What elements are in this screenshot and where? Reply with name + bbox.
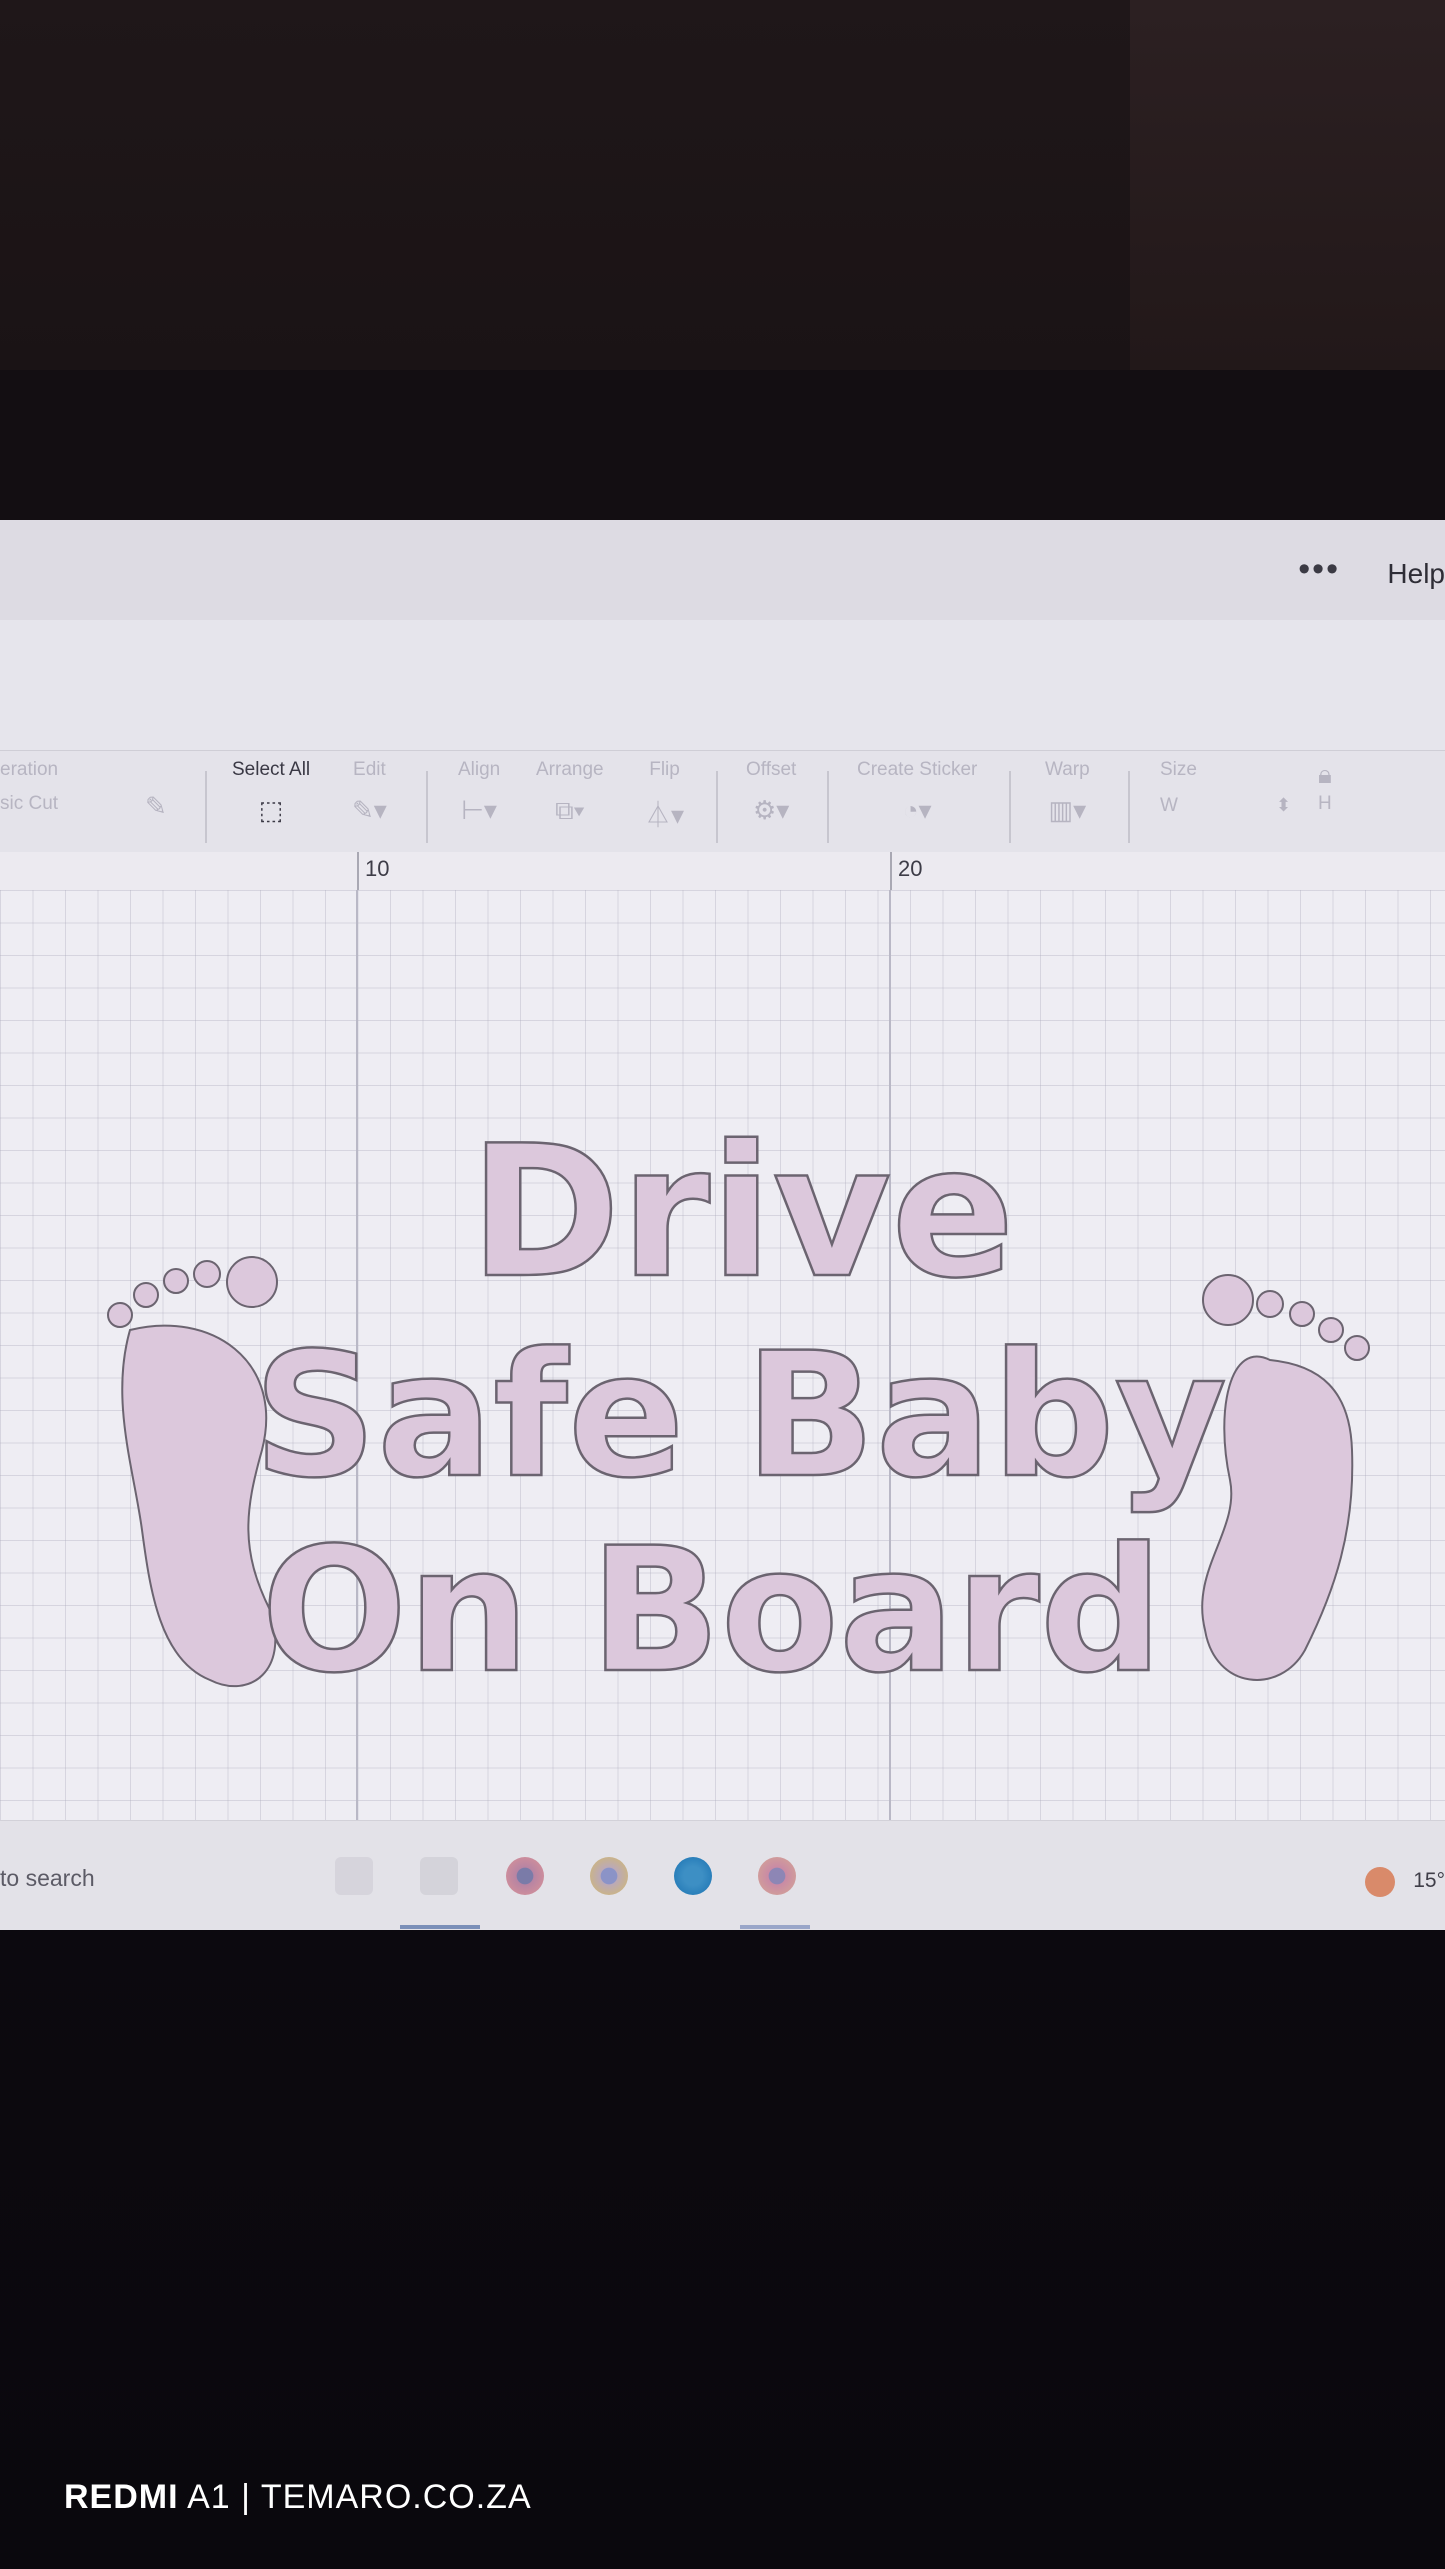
lock-icon: 🔒︎: [1318, 759, 1332, 789]
arrange-label: Arrange: [536, 759, 604, 780]
size-control: Size W: [1160, 759, 1197, 817]
divider: [827, 771, 829, 843]
select-all-icon: ⬚: [258, 795, 284, 825]
offset-icon: ⚙▾: [752, 795, 790, 825]
create-sticker-label: Create Sticker: [857, 759, 978, 780]
design-canvas[interactable]: Drive Safe Baby On Board: [0, 890, 1445, 1820]
arrange-button[interactable]: Arrange ⧉▾: [536, 759, 604, 827]
weather-icon[interactable]: [1365, 1867, 1395, 1897]
taskbar-search[interactable]: to search: [0, 1865, 95, 1892]
edit-toolbar: eration sic Cut ✎ Select All ⬚ Edit ✎▾ A…: [0, 750, 1445, 854]
operation-label: eration: [0, 759, 59, 780]
divider: [1009, 771, 1011, 843]
design-text-line-1[interactable]: Drive: [468, 1105, 1016, 1320]
ruler-tick-label: 10: [365, 856, 390, 881]
divider: [205, 771, 207, 843]
photo-watermark: REDMI A1 | TEMARO.CO.ZA: [64, 2478, 532, 2517]
pencil-icon: ✎▾: [352, 795, 387, 825]
size-width-field[interactable]: W: [1160, 795, 1197, 817]
align-icon: ⊢▾: [461, 795, 497, 825]
file-explorer-icon[interactable]: [335, 1857, 373, 1895]
select-all-button[interactable]: Select All ⬚: [232, 759, 310, 826]
app-header: ••• Help: [0, 520, 1445, 620]
divider: [716, 771, 718, 843]
design-text-line-2[interactable]: Safe Baby: [252, 1314, 1228, 1518]
size-stepper[interactable]: ⬍: [1276, 795, 1291, 816]
windows-taskbar: to search 15°: [0, 1820, 1445, 1930]
watermark-brand: REDMI: [64, 2478, 179, 2516]
sticker-icon: ◔▾: [902, 795, 932, 825]
select-all-label: Select All: [232, 759, 311, 780]
pencil-icon[interactable]: ✎: [145, 791, 167, 822]
right-footprint[interactable]: [1201, 1274, 1370, 1681]
ruler-major-tick: [357, 852, 359, 890]
align-label: Align: [458, 759, 501, 780]
ruler-major-tick: [890, 852, 892, 890]
more-icon[interactable]: •••: [1298, 550, 1340, 589]
lock-aspect-button[interactable]: 🔒︎ H: [1318, 759, 1332, 815]
align-button[interactable]: Align ⊢▾: [458, 759, 500, 826]
design-text-line-3[interactable]: On Board: [260, 1509, 1164, 1713]
help-link[interactable]: Help: [1387, 558, 1445, 590]
chrome-icon[interactable]: [758, 1857, 796, 1895]
warp-label: Warp: [1045, 759, 1090, 780]
edge-icon[interactable]: [674, 1857, 712, 1895]
size-height-label: H: [1318, 793, 1332, 814]
offset-button[interactable]: Offset ⚙▾: [746, 759, 796, 826]
edit-label: Edit: [353, 759, 386, 780]
monitor-screen: ••• Help eration sic Cut ✎ Select All ⬚ …: [0, 520, 1445, 1930]
horizontal-ruler: 10 20: [0, 852, 1445, 892]
arrange-icon: ⧉▾: [555, 795, 585, 825]
operation-dropdown[interactable]: eration sic Cut: [0, 759, 58, 815]
chrome-profile-icon[interactable]: [506, 1857, 544, 1895]
warp-button[interactable]: Warp ▥▾: [1045, 759, 1090, 826]
edit-button[interactable]: Edit ✎▾: [352, 759, 387, 826]
active-app-indicator: [740, 1925, 810, 1929]
background-wall: [1130, 0, 1445, 370]
active-app-indicator: [400, 1925, 480, 1929]
ruler-tick-label: 20: [898, 856, 923, 881]
chrome-icon[interactable]: [590, 1857, 628, 1895]
size-label: Size: [1160, 759, 1197, 780]
flip-button[interactable]: Flip ⏃▾: [645, 759, 684, 832]
left-footprint[interactable]: [107, 1256, 278, 1688]
header-spacer: [0, 620, 1445, 770]
weather-temperature: 15°: [1413, 1869, 1445, 1892]
divider: [1128, 771, 1130, 843]
flip-label: Flip: [649, 759, 680, 780]
design-text[interactable]: Drive Safe Baby On Board: [252, 1105, 1228, 1713]
flip-icon: ⏃▾: [645, 800, 685, 830]
monitor-bezel: [0, 370, 1445, 520]
operation-value: sic Cut: [0, 793, 59, 814]
divider: [426, 771, 428, 843]
offset-label: Offset: [746, 759, 797, 780]
taskbar-app-icon[interactable]: [420, 1857, 458, 1895]
warp-icon: ▥▾: [1048, 795, 1087, 825]
create-sticker-button[interactable]: Create Sticker ◔▾: [857, 759, 977, 826]
watermark-text: A1 | TEMARO.CO.ZA: [178, 2478, 532, 2516]
design-artwork: Drive Safe Baby On Board: [107, 890, 1370, 1820]
